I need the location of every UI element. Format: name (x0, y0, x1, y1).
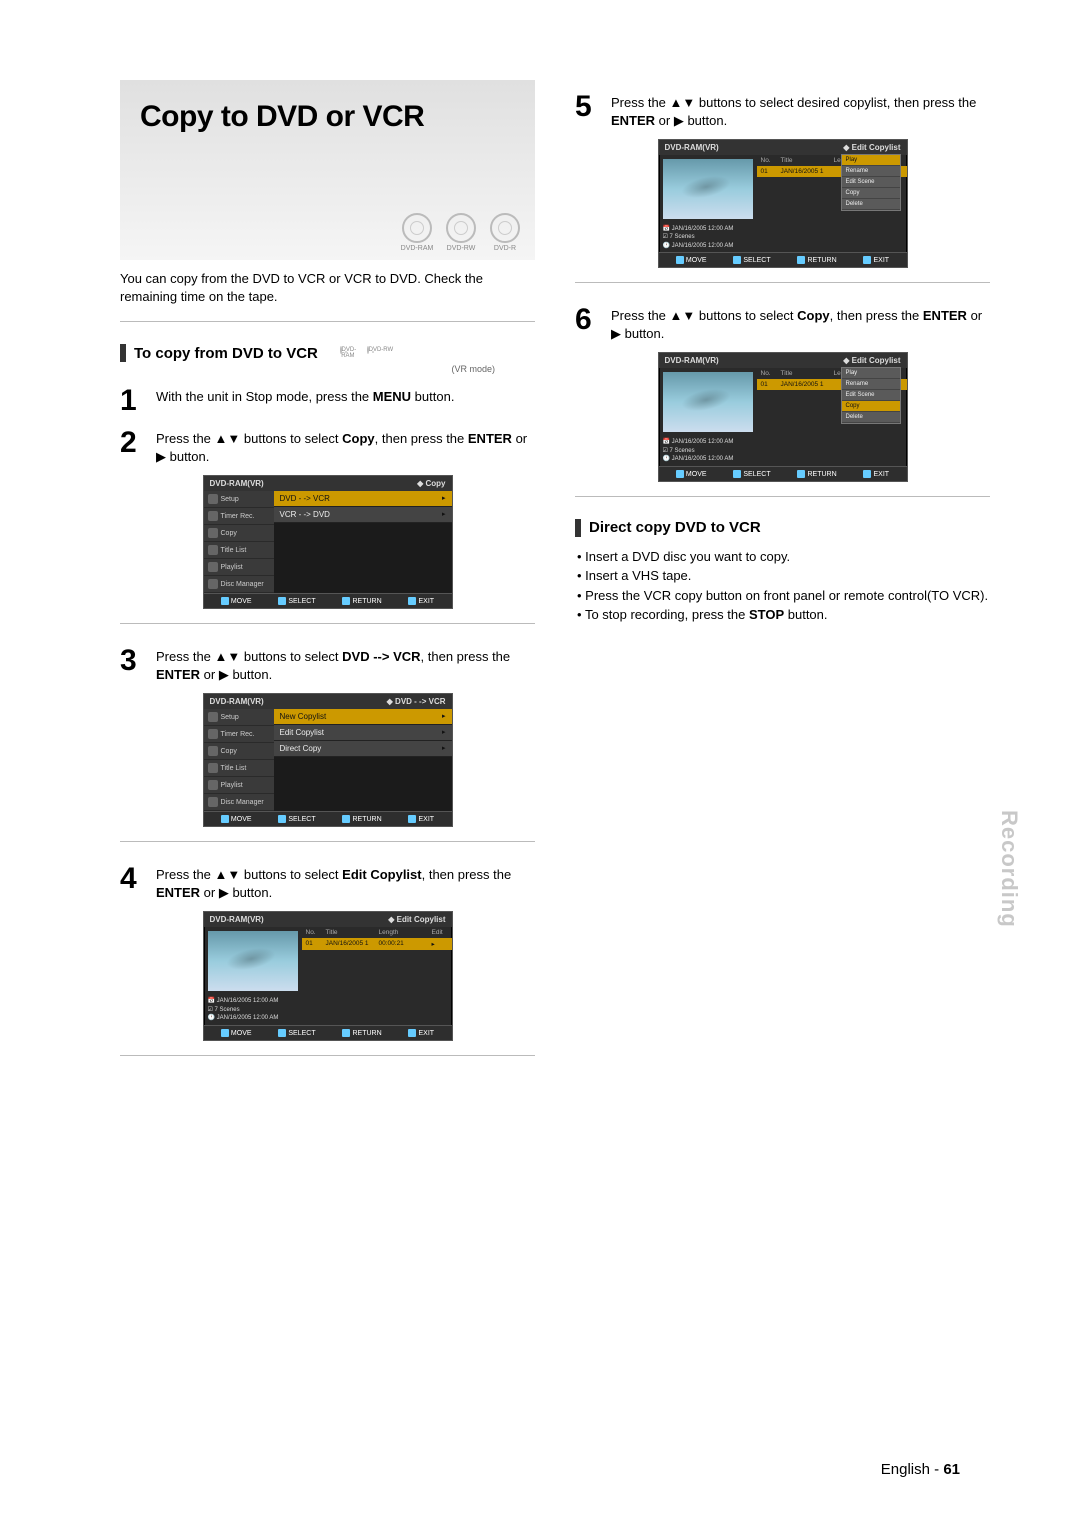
osd-screen-copy-menu: DVD-RAM(VR)◆ Copy Setup Timer Rec. Copy … (203, 475, 453, 609)
page-footer: English - 61 (881, 1461, 960, 1478)
step-4: 4 Press the ▲▼ buttons to select Edit Co… (120, 864, 535, 901)
step-number: 2 (120, 428, 146, 465)
step-1: 1 With the unit in Stop mode, press the … (120, 386, 535, 416)
badge-dvd-ram: DVD-RAM (397, 213, 437, 252)
bullet-item: Insert a DVD disc you want to copy. (577, 547, 990, 567)
step-text: Press the ▲▼ buttons to select DVD --> V… (156, 646, 535, 683)
page-title: Copy to DVD or VCR (140, 100, 535, 134)
divider (120, 1055, 535, 1056)
mini-badge-dvd-rw: DVD-RW (366, 347, 394, 359)
bullet-item: Press the VCR copy button on front panel… (577, 586, 990, 606)
divider (575, 282, 990, 283)
direct-copy-bullets: Insert a DVD disc you want to copy. Inse… (577, 547, 990, 625)
step-text: Press the ▲▼ buttons to select Copy, the… (156, 428, 535, 465)
divider (575, 496, 990, 497)
badge-dvd-rw: DVD-RW (441, 213, 481, 252)
osd-screen-copylist-popup-play: DVD-RAM(VR)◆ Edit Copylist 📅 JAN/16/2005… (658, 139, 908, 268)
mini-badge-dvd-ram: DVD-RAM (334, 347, 362, 359)
thumbnail-image (663, 372, 753, 432)
step-6: 6 Press the ▲▼ buttons to select Copy, t… (575, 305, 990, 342)
thumbnail-image (663, 159, 753, 219)
step-number: 4 (120, 864, 146, 901)
heading-bar (575, 519, 581, 537)
step-text: Press the ▲▼ buttons to select Copy, the… (611, 305, 990, 342)
osd-screen-edit-copylist: DVD-RAM(VR)◆ Edit Copylist 📅 JAN/16/2005… (203, 911, 453, 1040)
vr-mode-label: (VR mode) (120, 364, 495, 374)
step-5: 5 Press the ▲▼ buttons to select desired… (575, 92, 990, 129)
divider (120, 623, 535, 624)
step-2: 2 Press the ▲▼ buttons to select Copy, t… (120, 428, 535, 465)
context-menu: Play Rename Edit Scene Copy Delete (841, 367, 901, 424)
step-number: 5 (575, 92, 601, 129)
divider (120, 841, 535, 842)
heading-bar (120, 344, 126, 362)
step-number: 3 (120, 646, 146, 683)
bullet-item: To stop recording, press the STOP button… (577, 605, 990, 625)
section-tab-recording: Recording (996, 810, 1022, 928)
step-number: 6 (575, 305, 601, 342)
disc-badges: DVD-RAM DVD-RW DVD-R (397, 213, 525, 252)
step-3: 3 Press the ▲▼ buttons to select DVD -->… (120, 646, 535, 683)
osd-screen-copylist-popup-copy: DVD-RAM(VR)◆ Edit Copylist 📅 JAN/16/2005… (658, 352, 908, 481)
right-column: 5 Press the ▲▼ buttons to select desired… (575, 80, 990, 1078)
section-heading-copy-from-dvd: To copy from DVD to VCR DVD-RAM DVD-RW (120, 344, 535, 362)
badge-dvd-r: DVD-R (485, 213, 525, 252)
heading-text: Direct copy DVD to VCR (589, 519, 761, 536)
heading-text: To copy from DVD to VCR (134, 345, 318, 362)
divider (120, 321, 535, 322)
intro-text: You can copy from the DVD to VCR or VCR … (120, 270, 535, 305)
section-heading-direct-copy: Direct copy DVD to VCR (575, 519, 990, 537)
osd-screen-dvd-to-vcr-menu: DVD-RAM(VR)◆ DVD - -> VCR Setup Timer Re… (203, 693, 453, 827)
thumbnail-image (208, 931, 298, 991)
bullet-item: Insert a VHS tape. (577, 566, 990, 586)
step-text: Press the ▲▼ buttons to select desired c… (611, 92, 990, 129)
hero-banner: Copy to DVD or VCR DVD-RAM DVD-RW DVD-R (120, 80, 535, 260)
step-number: 1 (120, 386, 146, 416)
left-column: Copy to DVD or VCR DVD-RAM DVD-RW DVD-R … (120, 80, 535, 1078)
step-text: Press the ▲▼ buttons to select Edit Copy… (156, 864, 535, 901)
context-menu: Play Rename Edit Scene Copy Delete (841, 154, 901, 211)
step-text: With the unit in Stop mode, press the ME… (156, 386, 454, 416)
